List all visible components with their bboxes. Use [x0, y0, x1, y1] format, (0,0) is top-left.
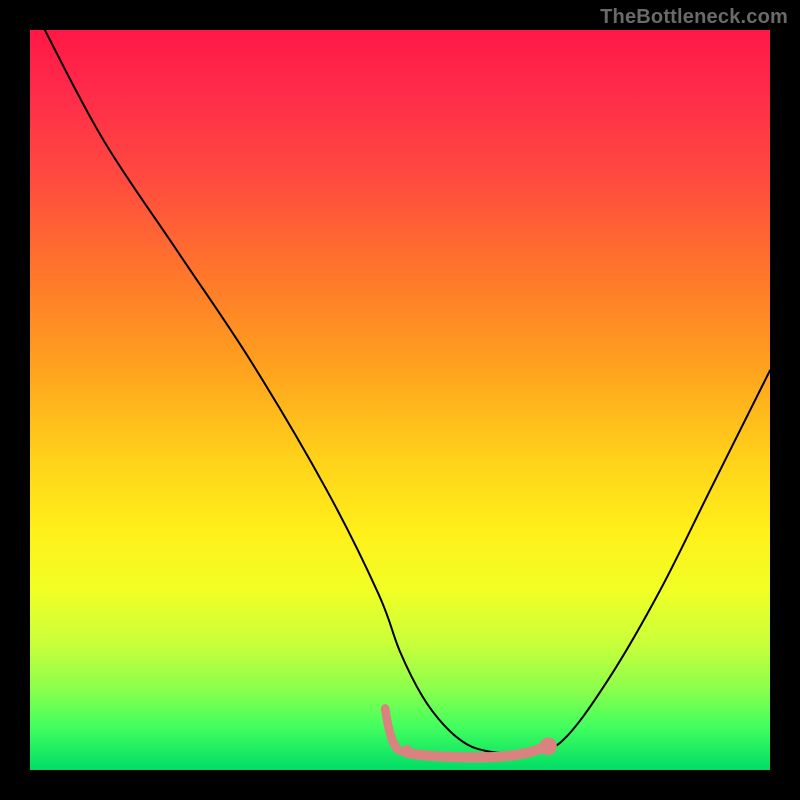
plot-area: [30, 30, 770, 770]
curve-path: [45, 30, 770, 753]
flat-zone-left-stub: [385, 709, 407, 752]
bottleneck-curve: [30, 30, 770, 770]
watermark: TheBottleneck.com: [600, 6, 788, 29]
flat-zone-end-dot: [539, 737, 557, 755]
chart-frame: TheBottleneck.com: [0, 0, 800, 800]
